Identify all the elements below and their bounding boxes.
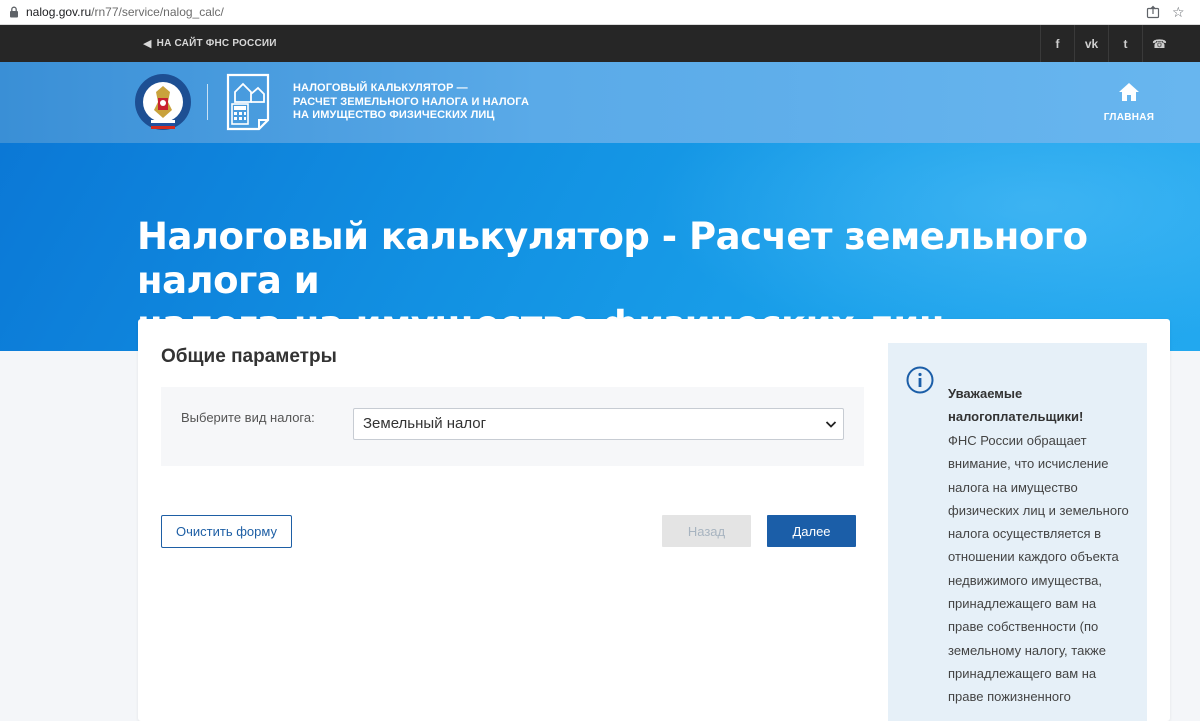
site-header: НАЛОГОВЫЙ КАЛЬКУЛЯТОР — РАСЧЕТ ЗЕМЕЛЬНОГ… xyxy=(0,62,1200,143)
info-icon xyxy=(906,366,934,394)
clear-form-button[interactable]: Очистить форму xyxy=(161,515,292,548)
top-bar: ◀ НА САЙТ ФНС РОССИИ f vk t ☎ xyxy=(0,25,1200,62)
tax-type-value: Земельный налог xyxy=(363,415,487,432)
twitter-icon[interactable]: t xyxy=(1108,25,1142,62)
phone-icon[interactable]: ☎ xyxy=(1142,25,1176,62)
url-path: /rn77/service/nalog_calc/ xyxy=(91,5,224,19)
page-title-line: Налоговый калькулятор - Расчет земельног… xyxy=(137,215,1088,302)
info-notice: Уважаемые налогоплательщики! ФНС России … xyxy=(888,343,1147,721)
next-button[interactable]: Далее xyxy=(767,515,856,547)
header-separator xyxy=(207,84,208,120)
info-title: Уважаемые налогоплательщики! xyxy=(948,386,1084,424)
section-title: Общие параметры xyxy=(161,346,337,367)
calculator-card: Общие параметры Выберите вид налога: Зем… xyxy=(138,319,1170,721)
header-title-line: НА ИМУЩЕСТВО ФИЗИЧЕСКИХ ЛИЦ xyxy=(293,109,495,121)
arrow-left-icon: ◀ xyxy=(143,38,152,50)
header-title: НАЛОГОВЫЙ КАЛЬКУЛЯТОР — РАСЧЕТ ЗЕМЕЛЬНОГ… xyxy=(293,82,533,123)
bookmark-star-icon[interactable]: ☆ xyxy=(1172,4,1185,20)
lock-icon xyxy=(10,6,18,18)
back-link-label: НА САЙТ ФНС РОССИИ xyxy=(156,38,277,49)
facebook-icon[interactable]: f xyxy=(1040,25,1074,62)
home-icon xyxy=(1119,83,1139,101)
chevron-down-icon xyxy=(825,421,837,428)
back-button[interactable]: Назад xyxy=(662,515,751,547)
url-host: nalog.gov.ru xyxy=(26,5,92,19)
header-title-line: РАСЧЕТ ЗЕМЕЛЬНОГО НАЛОГА И НАЛОГА xyxy=(293,95,529,108)
url-field[interactable]: nalog.gov.ru/rn77/service/nalog_calc/ xyxy=(26,5,224,19)
home-label: ГЛАВНАЯ xyxy=(1103,112,1155,123)
back-to-fns-link[interactable]: ◀ НА САЙТ ФНС РОССИИ xyxy=(143,37,277,50)
info-text: ФНС России обращает внимание, что исчисл… xyxy=(948,433,1129,705)
header-title-line: НАЛОГОВЫЙ КАЛЬКУЛЯТОР — xyxy=(293,82,468,94)
tax-type-label: Выберите вид налога: xyxy=(181,410,315,425)
fns-emblem-icon[interactable] xyxy=(134,72,192,132)
home-button[interactable]: ГЛАВНАЯ xyxy=(1100,82,1158,125)
share-icon[interactable] xyxy=(1146,5,1160,19)
browser-address-bar: nalog.gov.ru/rn77/service/nalog_calc/ ☆ xyxy=(0,0,1200,25)
tax-type-select[interactable]: Земельный налог xyxy=(353,408,844,440)
tax-type-panel: Выберите вид налога: Земельный налог xyxy=(161,387,864,466)
vk-icon[interactable]: vk xyxy=(1074,25,1108,62)
calculator-house-icon xyxy=(226,73,270,131)
